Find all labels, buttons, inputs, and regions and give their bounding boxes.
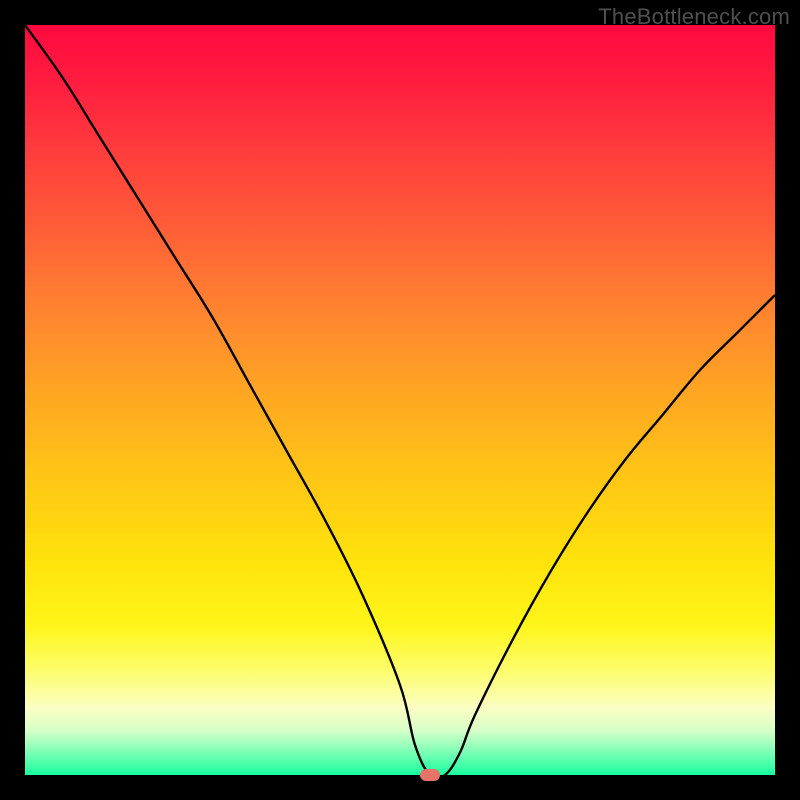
chart-stage: TheBottleneck.com xyxy=(0,0,800,800)
curve-layer xyxy=(25,25,775,775)
bottleneck-curve xyxy=(25,25,775,775)
minimum-marker xyxy=(420,769,440,781)
attribution-text: TheBottleneck.com xyxy=(598,4,790,30)
